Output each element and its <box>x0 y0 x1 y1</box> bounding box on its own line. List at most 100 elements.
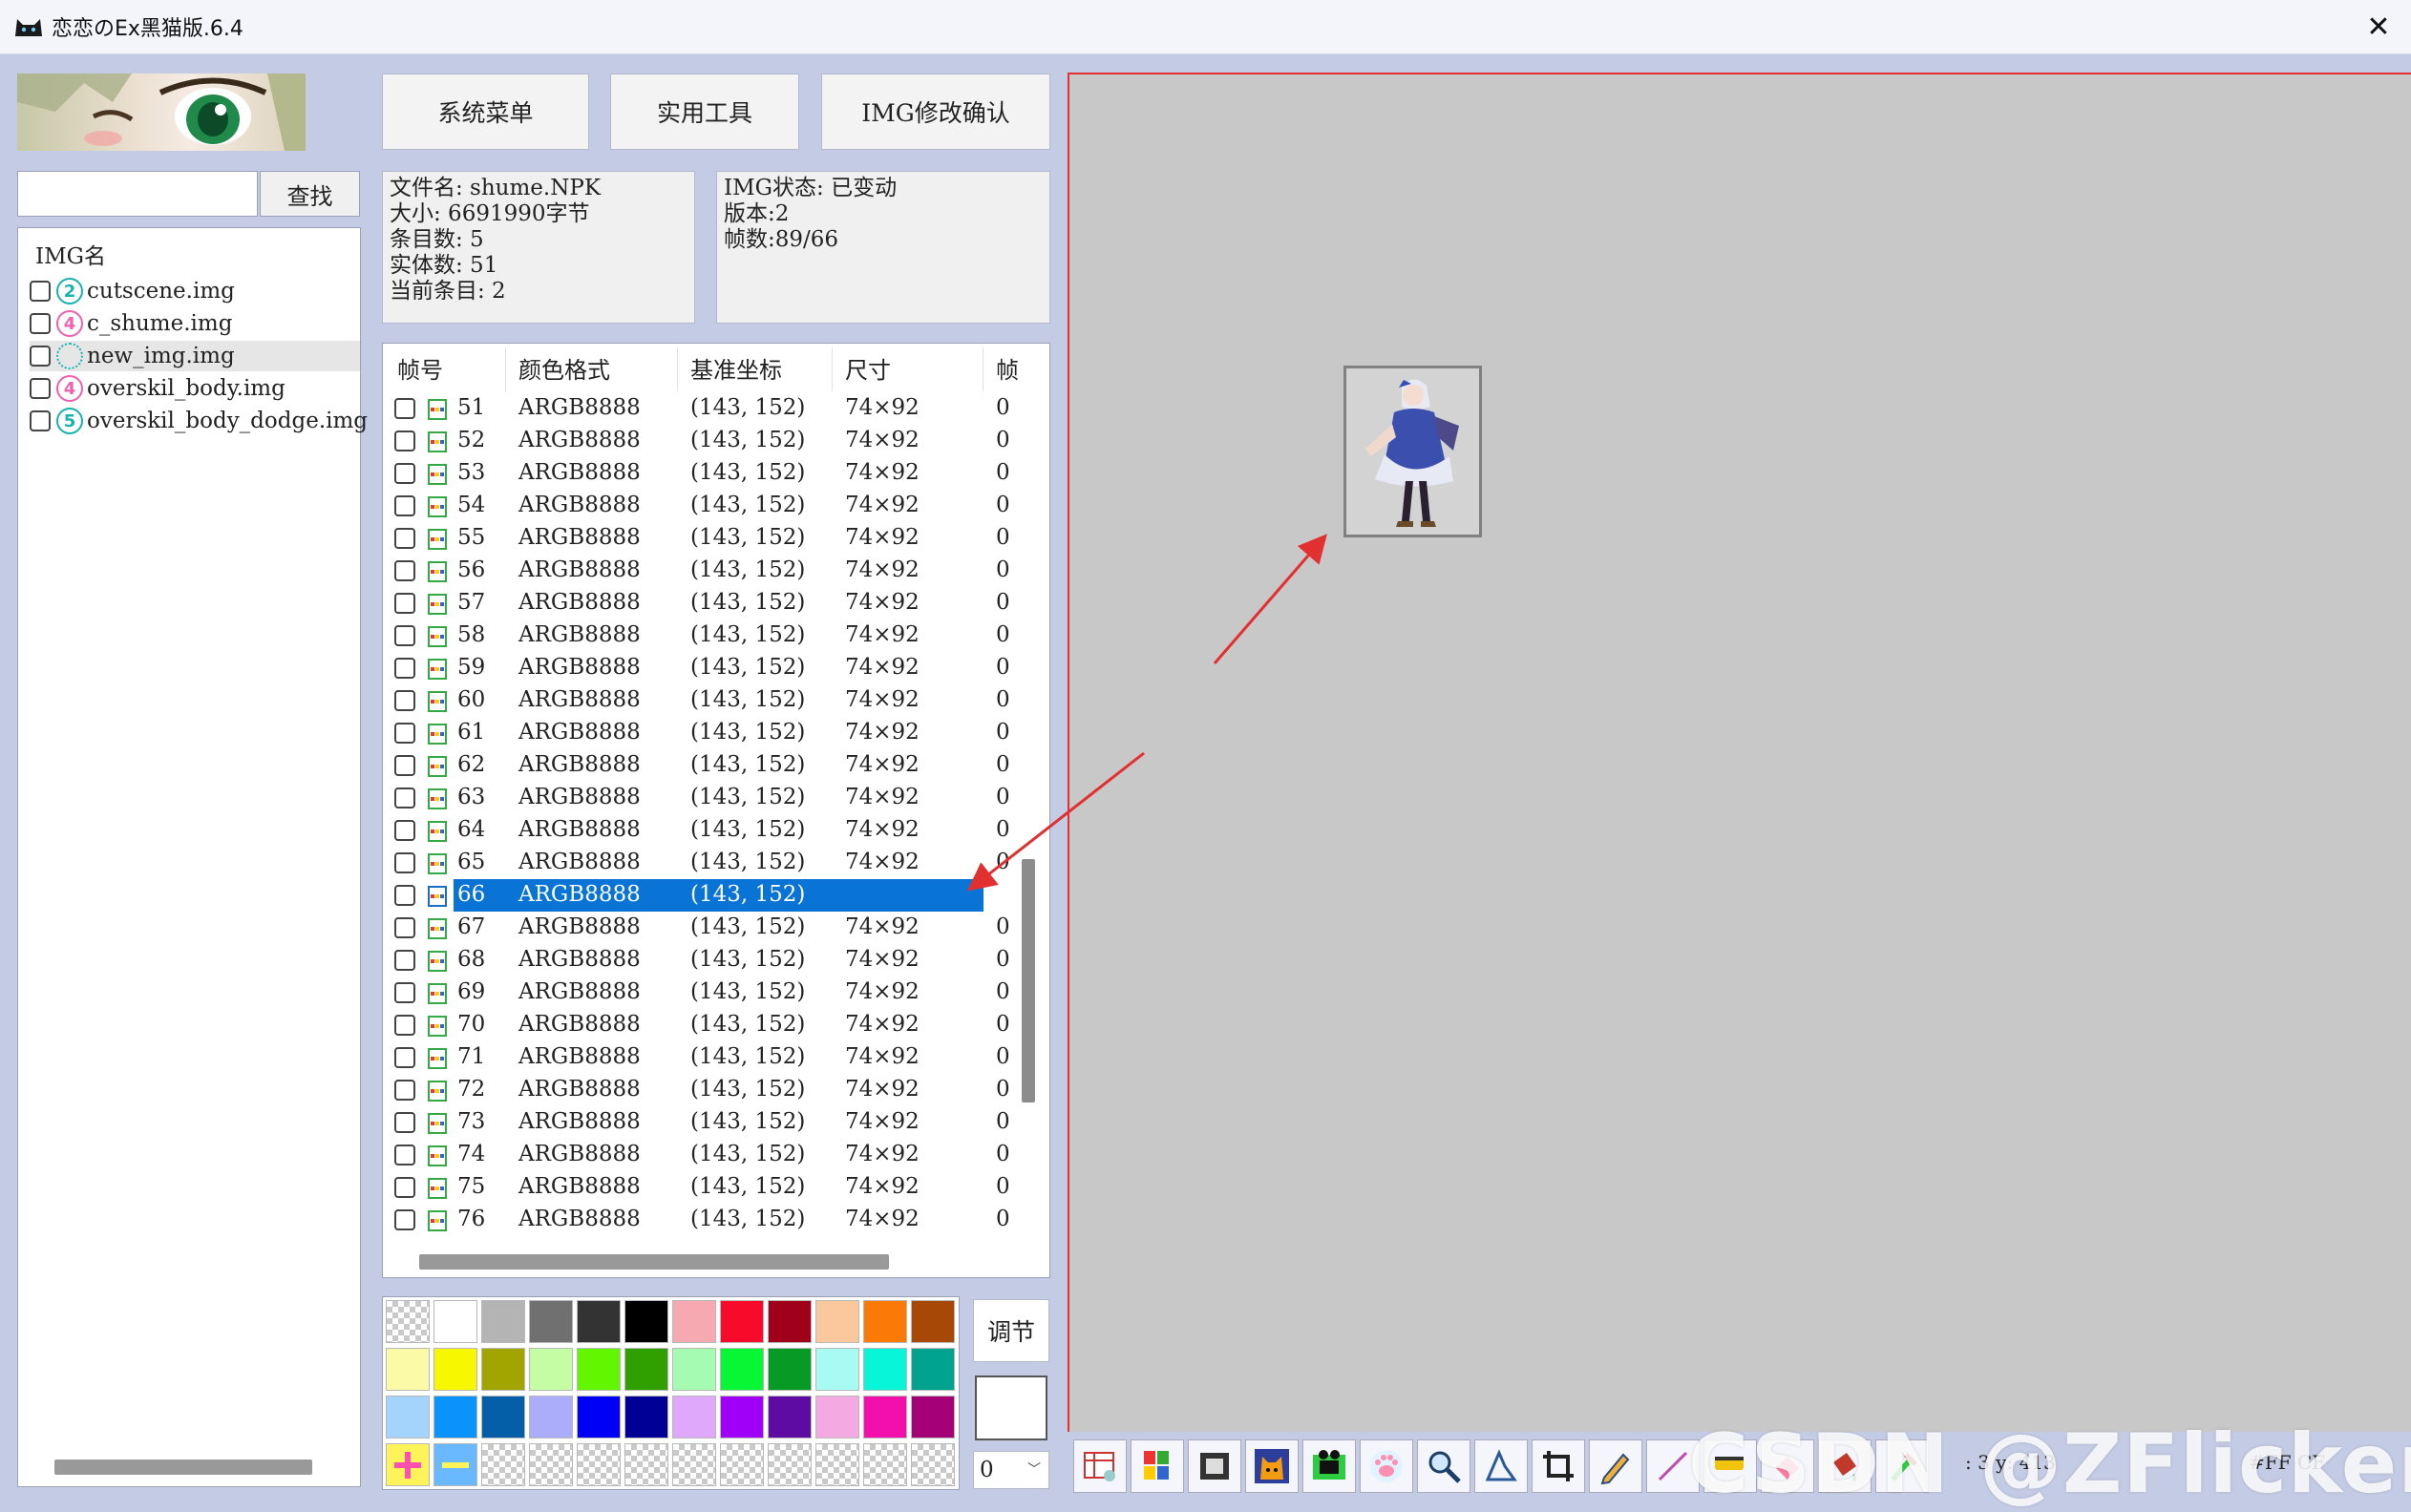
cat-icon[interactable] <box>1245 1439 1299 1493</box>
horizontal-scrollbar[interactable] <box>419 1254 889 1270</box>
table-row[interactable]: 65 ARGB8888 (143, 152) 74×92 0 <box>383 847 1013 879</box>
row-checkbox[interactable] <box>394 982 415 1003</box>
vertical-scrollbar[interactable] <box>1022 859 1035 1102</box>
color-swatch[interactable] <box>529 1300 573 1343</box>
color-swatch[interactable] <box>768 1348 812 1391</box>
close-icon[interactable]: ✕ <box>2359 8 2398 46</box>
table-row[interactable]: 63 ARGB8888 (143, 152) 74×92 0 <box>383 782 1013 814</box>
row-checkbox[interactable] <box>394 690 415 711</box>
row-checkbox[interactable] <box>394 658 415 679</box>
color-swatch[interactable] <box>863 1348 907 1391</box>
palette-grid-icon[interactable] <box>1131 1439 1184 1493</box>
color-swatch[interactable] <box>624 1348 668 1391</box>
select-icon[interactable] <box>1474 1439 1528 1493</box>
row-checkbox[interactable] <box>394 1112 415 1133</box>
sprite-frame[interactable] <box>1343 366 1482 537</box>
row-checkbox[interactable] <box>394 398 415 419</box>
remove-color-icon[interactable] <box>434 1443 477 1486</box>
table-row[interactable]: 71 ARGB8888 (143, 152) 74×92 0 <box>383 1041 1013 1074</box>
transparent-swatch[interactable] <box>386 1300 430 1343</box>
img-list-item[interactable]: 4 overskil_body.img <box>30 373 360 404</box>
row-checkbox[interactable] <box>394 1047 415 1068</box>
add-color-icon[interactable] <box>386 1443 430 1486</box>
column-header-format[interactable]: 颜色格式 <box>518 351 610 385</box>
table-icon[interactable] <box>1073 1439 1127 1493</box>
table-row[interactable]: 51 ARGB8888 (143, 152) 74×92 0 <box>383 392 1013 425</box>
system-menu-button[interactable]: 系统菜单 <box>382 74 589 150</box>
color-swatch[interactable] <box>624 1300 668 1343</box>
current-color-swatch[interactable] <box>975 1376 1047 1440</box>
row-checkbox[interactable] <box>394 788 415 808</box>
table-row[interactable]: 53 ARGB8888 (143, 152) 74×92 0 <box>383 457 1013 490</box>
checkbox[interactable] <box>30 378 51 399</box>
row-checkbox[interactable] <box>394 1177 415 1198</box>
table-row[interactable]: 76 ARGB8888 (143, 152) 74×92 0 <box>383 1204 1013 1236</box>
row-checkbox[interactable] <box>394 528 415 549</box>
row-checkbox[interactable] <box>394 917 415 938</box>
img-list-item-selected[interactable]: new_img.img <box>30 341 360 371</box>
color-swatch[interactable] <box>768 1396 812 1438</box>
color-swatch[interactable] <box>434 1300 477 1343</box>
color-swatch[interactable] <box>720 1300 764 1343</box>
magnify-icon[interactable] <box>1417 1439 1470 1493</box>
pencil-icon[interactable] <box>1589 1439 1642 1493</box>
img-list-item[interactable]: 2 cutscene.img <box>30 276 360 306</box>
search-button[interactable]: 查找 <box>260 171 360 217</box>
column-header-size[interactable]: 尺寸 <box>845 351 891 385</box>
img-list-item[interactable]: 5 overskil_body_dodge.img <box>30 406 368 436</box>
frame-icon[interactable] <box>1188 1439 1241 1493</box>
color-swatch[interactable] <box>529 1396 573 1438</box>
color-swatch[interactable] <box>672 1396 716 1438</box>
transparent-swatch[interactable] <box>529 1443 573 1486</box>
row-checkbox[interactable] <box>394 755 415 776</box>
transparent-swatch[interactable] <box>672 1443 716 1486</box>
number-select[interactable]: 0 ﹀ <box>973 1451 1049 1489</box>
table-row-selected[interactable]: 66 ARGB8888 (143, 152) <box>383 879 1013 912</box>
color-swatch[interactable] <box>481 1396 525 1438</box>
row-checkbox[interactable] <box>394 593 415 614</box>
table-row[interactable]: 74 ARGB8888 (143, 152) 74×92 0 <box>383 1139 1013 1171</box>
row-checkbox[interactable] <box>394 1144 415 1166</box>
row-checkbox[interactable] <box>394 495 415 516</box>
table-row[interactable]: 59 ARGB8888 (143, 152) 74×92 0 <box>383 652 1013 684</box>
checkbox[interactable] <box>30 410 51 431</box>
search-input[interactable] <box>17 171 258 217</box>
color-swatch[interactable] <box>386 1348 430 1391</box>
checkbox[interactable] <box>30 281 51 302</box>
adjust-button[interactable]: 调节 <box>973 1299 1049 1362</box>
checkbox[interactable] <box>30 346 51 367</box>
horizontal-scrollbar[interactable] <box>54 1460 312 1475</box>
row-checkbox[interactable] <box>394 1015 415 1036</box>
color-swatch[interactable] <box>863 1300 907 1343</box>
column-header-coord[interactable]: 基准坐标 <box>690 351 782 385</box>
table-row[interactable]: 68 ARGB8888 (143, 152) 74×92 0 <box>383 944 1013 976</box>
table-row[interactable]: 69 ARGB8888 (143, 152) 74×92 0 <box>383 976 1013 1009</box>
film-icon[interactable] <box>1302 1439 1356 1493</box>
color-swatch[interactable] <box>672 1300 716 1343</box>
table-row[interactable]: 54 ARGB8888 (143, 152) 74×92 0 <box>383 490 1013 522</box>
color-swatch[interactable] <box>434 1348 477 1391</box>
color-swatch[interactable] <box>911 1300 955 1343</box>
color-swatch[interactable] <box>624 1396 668 1438</box>
color-swatch[interactable] <box>577 1300 621 1343</box>
row-checkbox[interactable] <box>394 1080 415 1101</box>
table-row[interactable]: 61 ARGB8888 (143, 152) 74×92 0 <box>383 717 1013 749</box>
color-swatch[interactable] <box>815 1300 859 1343</box>
table-row[interactable]: 55 ARGB8888 (143, 152) 74×92 0 <box>383 522 1013 555</box>
paw-icon[interactable] <box>1360 1439 1413 1493</box>
color-swatch[interactable] <box>481 1348 525 1391</box>
transparent-swatch[interactable] <box>911 1443 955 1486</box>
color-swatch[interactable] <box>481 1300 525 1343</box>
row-checkbox[interactable] <box>394 463 415 484</box>
table-row[interactable]: 64 ARGB8888 (143, 152) 74×92 0 <box>383 814 1013 847</box>
row-checkbox[interactable] <box>394 820 415 841</box>
row-checkbox[interactable] <box>394 625 415 646</box>
table-row[interactable]: 56 ARGB8888 (143, 152) 74×92 0 <box>383 555 1013 587</box>
row-checkbox[interactable] <box>394 723 415 744</box>
table-row[interactable]: 58 ARGB8888 (143, 152) 74×92 0 <box>383 620 1013 652</box>
table-row[interactable]: 67 ARGB8888 (143, 152) 74×92 0 <box>383 912 1013 944</box>
color-swatch[interactable] <box>577 1396 621 1438</box>
color-swatch[interactable] <box>815 1348 859 1391</box>
transparent-swatch[interactable] <box>768 1443 812 1486</box>
img-confirm-button[interactable]: IMG修改确认 <box>821 74 1050 150</box>
